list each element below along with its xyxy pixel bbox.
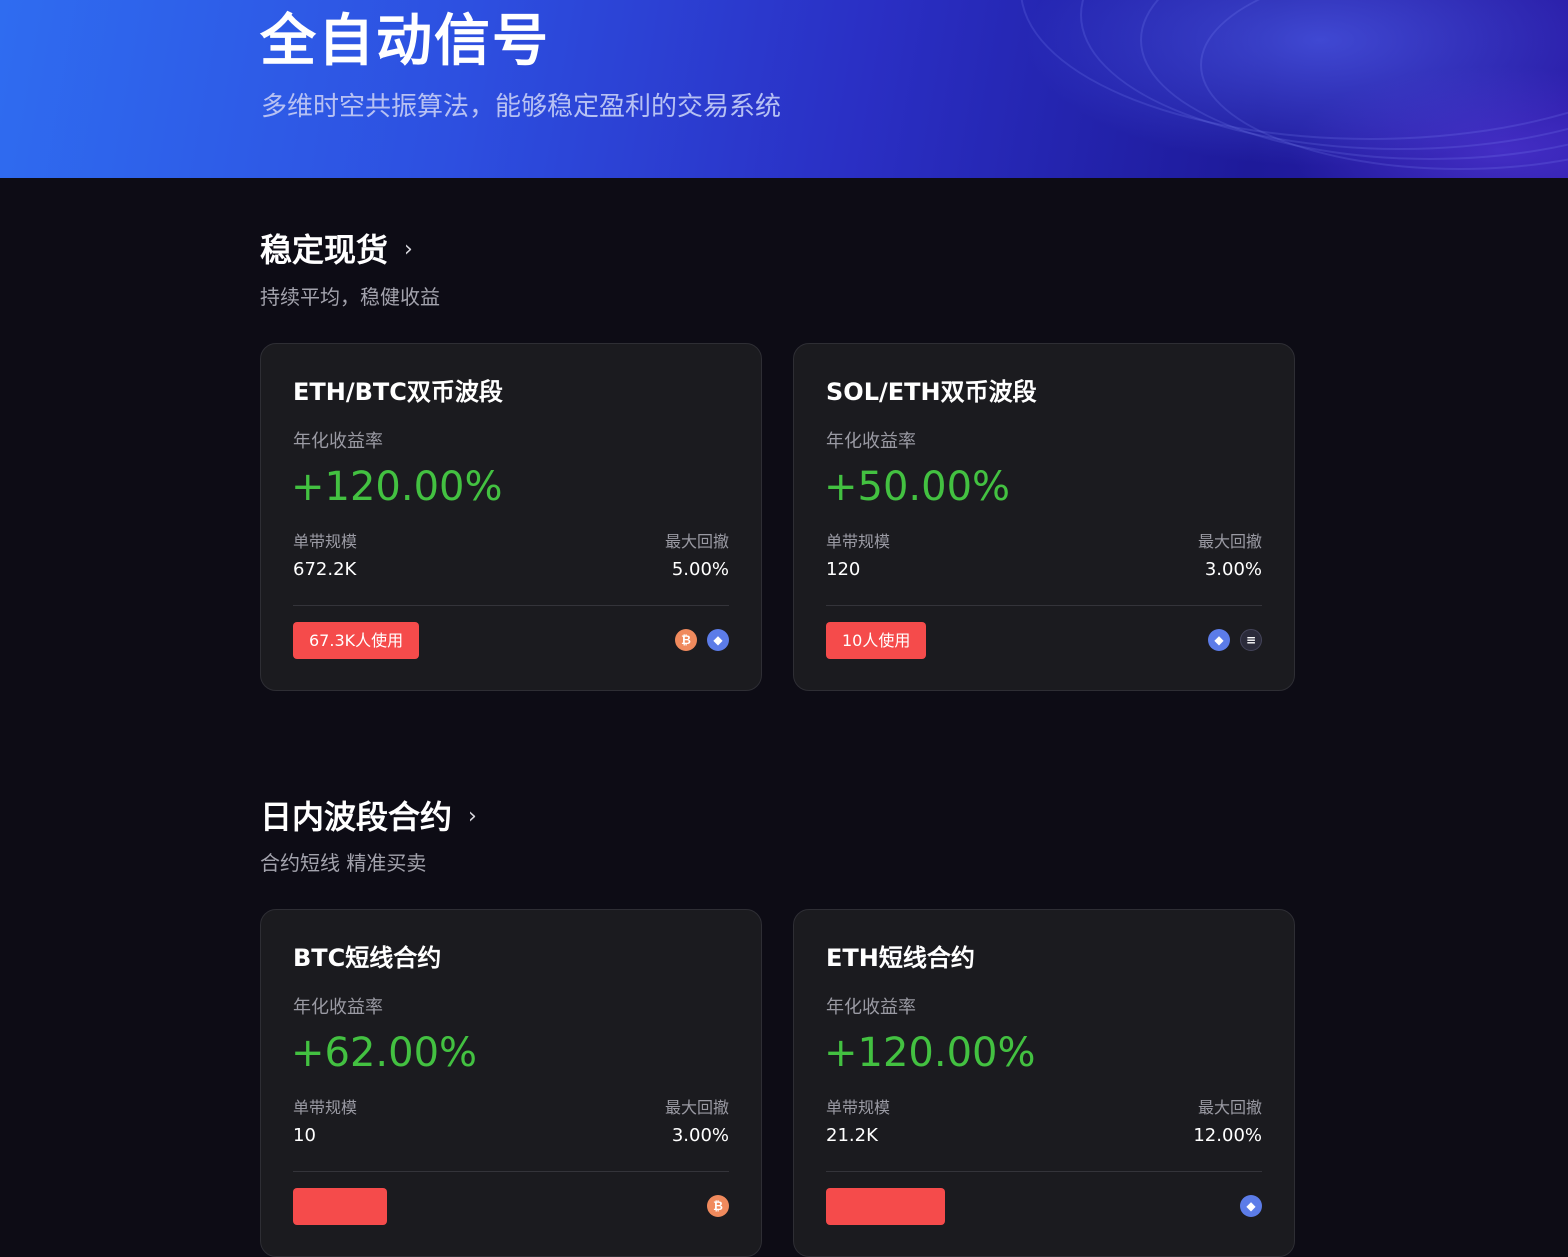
section-title: 日内波段合约 bbox=[260, 798, 453, 836]
strategy-name: ETH/BTC双币波段 bbox=[293, 378, 503, 406]
chevron-right-icon[interactable]: › bbox=[404, 230, 413, 270]
scale-value: 21.2K bbox=[826, 1125, 878, 1146]
coin-icons: ◆ bbox=[1240, 1195, 1262, 1217]
sol-icon: ≡ bbox=[1240, 629, 1262, 651]
drawdown-value: 3.00% bbox=[1204, 559, 1262, 580]
chevron-right-icon[interactable]: › bbox=[468, 797, 477, 837]
scale-label: 单带规模 bbox=[293, 532, 358, 551]
users-badge[interactable] bbox=[293, 1188, 387, 1225]
strategy-card[interactable]: SOL/ETH双币波段 年化收益率 +50.00% 单带规模 120 最大回撤 … bbox=[793, 343, 1295, 691]
annual-return-value: +120.00% bbox=[291, 464, 503, 510]
btc-icon: ₿ bbox=[675, 629, 697, 651]
annual-return-label: 年化收益率 bbox=[293, 431, 383, 452]
users-badge[interactable]: 10人使用 bbox=[826, 622, 927, 659]
strategy-name: BTC短线合约 bbox=[293, 944, 442, 972]
section-title: 稳定现货 bbox=[260, 231, 389, 269]
card-divider bbox=[826, 605, 1262, 606]
drawdown-label: 最大回撤 bbox=[1197, 1098, 1262, 1117]
users-badge[interactable]: 67.3K人使用 bbox=[293, 622, 420, 659]
strategy-card[interactable]: ETH/BTC双币波段 年化收益率 +120.00% 单带规模 672.2K 最… bbox=[260, 343, 762, 691]
drawdown-value: 5.00% bbox=[671, 559, 729, 580]
drawdown-value: 12.00% bbox=[1193, 1125, 1262, 1146]
coin-icons: ◆ ≡ bbox=[1208, 629, 1262, 651]
section-subtitle: 持续平均，稳健收益 bbox=[260, 285, 440, 309]
eth-icon: ◆ bbox=[707, 629, 729, 651]
scale-label: 单带规模 bbox=[826, 1098, 891, 1117]
annual-return-value: +50.00% bbox=[824, 464, 1011, 510]
strategy-card[interactable]: ETH短线合约 年化收益率 +120.00% 单带规模 21.2K 最大回撤 1… bbox=[793, 909, 1295, 1257]
card-divider bbox=[293, 1171, 729, 1172]
annual-return-label: 年化收益率 bbox=[826, 997, 916, 1018]
scale-value: 120 bbox=[826, 559, 861, 580]
scale-label: 单带规模 bbox=[293, 1098, 358, 1117]
annual-return-label: 年化收益率 bbox=[293, 997, 383, 1018]
eth-icon: ◆ bbox=[1208, 629, 1230, 651]
scale-value: 672.2K bbox=[293, 559, 357, 580]
card-divider bbox=[826, 1171, 1262, 1172]
scale-value: 10 bbox=[293, 1125, 316, 1146]
drawdown-label: 最大回撤 bbox=[664, 532, 729, 551]
strategy-name: ETH短线合约 bbox=[826, 944, 975, 972]
strategy-name: SOL/ETH双币波段 bbox=[826, 378, 1037, 406]
users-badge[interactable] bbox=[826, 1188, 945, 1225]
drawdown-label: 最大回撤 bbox=[664, 1098, 729, 1117]
coin-icons: ₿ bbox=[707, 1195, 729, 1217]
annual-return-value: +120.00% bbox=[824, 1030, 1036, 1076]
section-header-futures[interactable]: 日内波段合约 › bbox=[260, 797, 477, 837]
page-subtitle: 多维时空共振算法，能够稳定盈利的交易系统 bbox=[261, 92, 782, 122]
page-title: 全自动信号 bbox=[260, 9, 550, 74]
drawdown-value: 3.00% bbox=[671, 1125, 729, 1146]
btc-icon: ₿ bbox=[707, 1195, 729, 1217]
annual-return-label: 年化收益率 bbox=[826, 431, 916, 452]
hero-banner: 全自动信号 多维时空共振算法，能够稳定盈利的交易系统 bbox=[0, 0, 1568, 178]
card-divider bbox=[293, 605, 729, 606]
section-header-spot[interactable]: 稳定现货 › bbox=[260, 230, 413, 270]
eth-icon: ◆ bbox=[1240, 1195, 1262, 1217]
annual-return-value: +62.00% bbox=[291, 1030, 478, 1076]
hero-wave-decoration bbox=[1200, 0, 1568, 170]
section-subtitle: 合约短线 精准买卖 bbox=[260, 851, 427, 875]
drawdown-label: 最大回撤 bbox=[1197, 532, 1262, 551]
strategy-card[interactable]: BTC短线合约 年化收益率 +62.00% 单带规模 10 最大回撤 3.00%… bbox=[260, 909, 762, 1257]
scale-label: 单带规模 bbox=[826, 532, 891, 551]
coin-icons: ₿ ◆ bbox=[675, 629, 729, 651]
